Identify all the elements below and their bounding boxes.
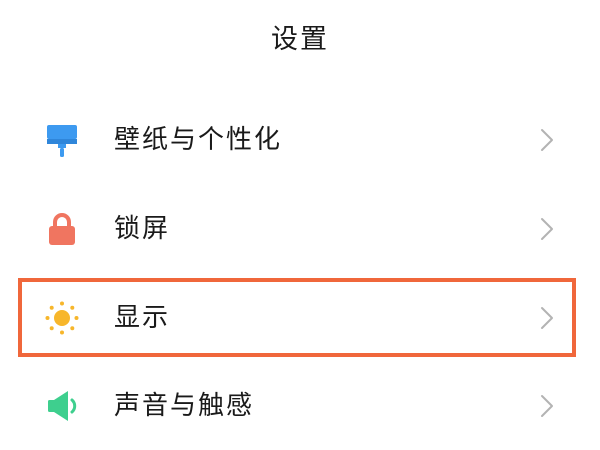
settings-item-label: 壁纸与个性化 bbox=[114, 125, 283, 155]
speaker-icon bbox=[44, 388, 80, 424]
settings-item-display[interactable]: 显示 bbox=[0, 274, 600, 362]
settings-item-lock-screen[interactable]: 锁屏 bbox=[0, 185, 600, 273]
chevron-right-icon bbox=[538, 394, 556, 418]
settings-list: 壁纸与个性化 锁屏 显示 声音与触感 bbox=[0, 0, 600, 450]
lock-icon bbox=[44, 211, 80, 247]
settings-item-label: 显示 bbox=[114, 303, 171, 333]
settings-item-label: 声音与触感 bbox=[114, 391, 255, 421]
chevron-right-icon bbox=[538, 306, 556, 330]
settings-item-wallpaper-personalization[interactable]: 壁纸与个性化 bbox=[0, 96, 600, 184]
settings-item-label: 锁屏 bbox=[114, 214, 171, 244]
chevron-right-icon bbox=[538, 217, 556, 241]
sun-icon bbox=[44, 300, 80, 336]
settings-item-sound-haptics[interactable]: 声音与触感 bbox=[0, 362, 600, 450]
paint-brush-icon bbox=[44, 122, 80, 158]
chevron-right-icon bbox=[538, 128, 556, 152]
